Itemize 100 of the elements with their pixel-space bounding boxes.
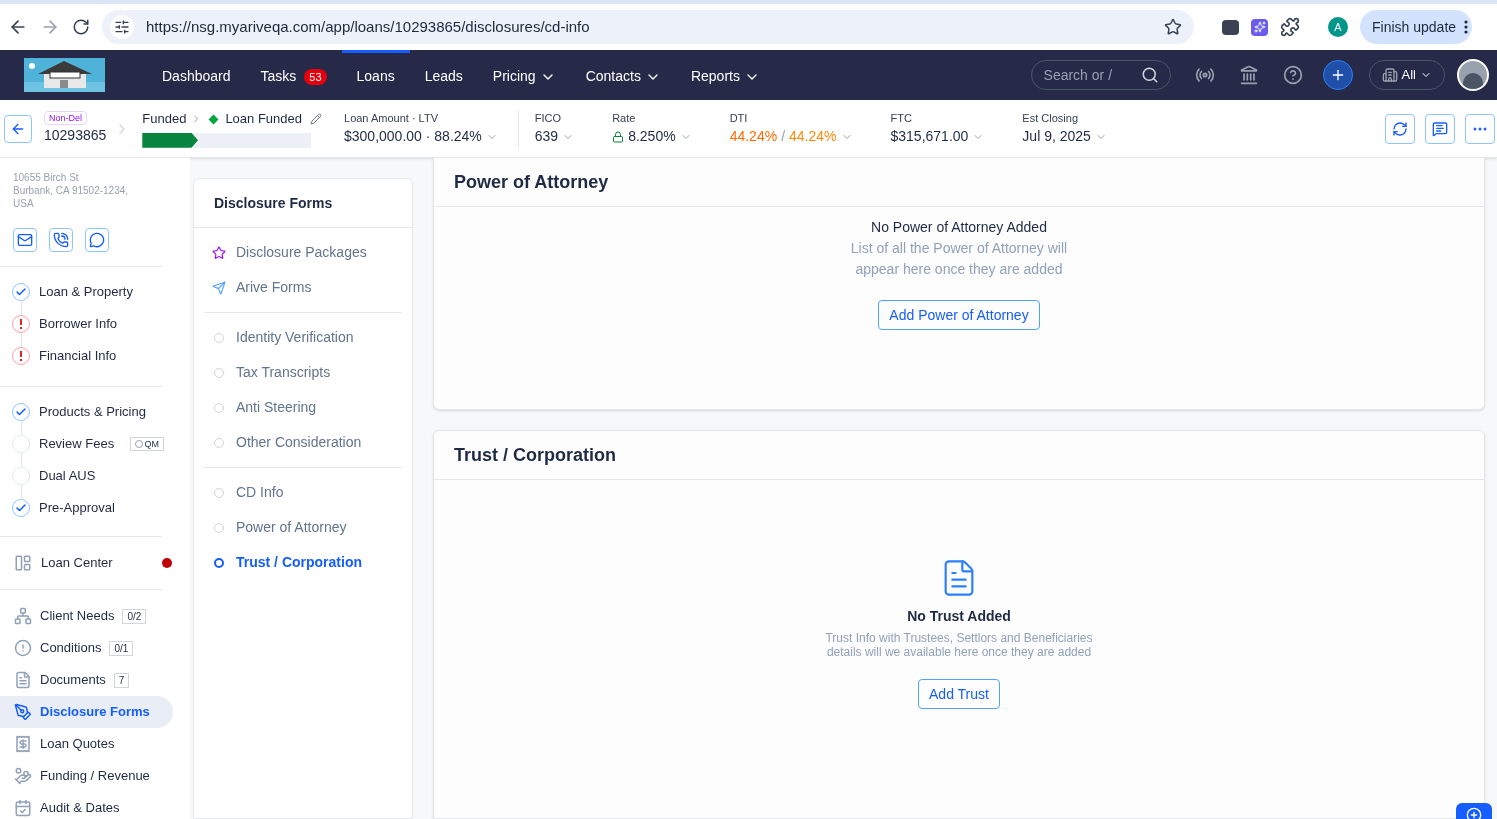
extension-icon[interactable] [1251, 18, 1268, 36]
sidebar-item[interactable]: Conditions 0/1 [0, 632, 173, 664]
empty-title: No Power of Attorney Added [871, 218, 1047, 237]
sidebar-item[interactable]: Loan Quotes [0, 728, 173, 760]
section-title: Power of Attorney [434, 158, 1484, 207]
form-link[interactable]: Other Consideration [204, 425, 402, 460]
count-badge: 53 [304, 68, 327, 85]
stat-label: FICO [534, 110, 563, 126]
url-text: https://nsg.myariveqa.com/app/loans/10293865/disclosures/cd-info [146, 16, 591, 37]
comment-button[interactable] [1425, 113, 1455, 144]
qm-tag: QM [129, 437, 164, 451]
sidebar-item[interactable]: Client Needs 0/2 [0, 600, 173, 632]
nav-tab[interactable]: Pricing [477, 50, 571, 100]
nav-tab[interactable]: Tasks 53 [245, 50, 342, 100]
comment-icon [1432, 120, 1448, 137]
phone-icon [53, 232, 69, 248]
stat-value[interactable]: $315,671.00 [890, 126, 969, 148]
sidebar-item[interactable]: Funding / Revenue [0, 760, 173, 792]
step-item[interactable]: Dual AUS [0, 460, 162, 492]
broadcast-icon[interactable] [1194, 65, 1215, 85]
edit-icon[interactable] [310, 113, 322, 125]
mail-icon [17, 232, 33, 248]
step-item[interactable]: Borrower Info [0, 308, 162, 340]
section-title: Trust / Corporation [434, 432, 1484, 480]
coins-icon [14, 767, 32, 785]
count-badge: 7 [113, 672, 130, 688]
count-badge: 0/1 [109, 640, 134, 656]
search-icon [1140, 66, 1159, 84]
finish-update-button[interactable]: Finish update [1360, 10, 1473, 44]
nav-tab[interactable]: Contacts [570, 50, 676, 100]
nav-tab[interactable]: Leads [409, 50, 478, 100]
call-button[interactable] [49, 228, 73, 252]
sidebar-item[interactable]: Disclosure Forms [0, 696, 173, 728]
calendar-icon [14, 799, 32, 817]
add-button[interactable]: Add Power of Attorney [878, 300, 1040, 330]
add-button[interactable] [1322, 60, 1353, 90]
profile-avatar[interactable]: A [1328, 17, 1348, 37]
form-link[interactable]: CD Info [204, 475, 402, 510]
nav-tab[interactable]: Dashboard [147, 50, 246, 100]
message-button[interactable] [85, 228, 109, 252]
add-button[interactable]: Add Trust [918, 679, 1000, 709]
chat-bubble-icon [89, 232, 105, 248]
empty-description: Trust Info with Trustees, Settlors and Beneficiaries details will we available here once they are added [825, 631, 1093, 659]
email-button[interactable] [13, 228, 37, 252]
stat-value[interactable]: Jul 9, 2025 [1022, 126, 1091, 148]
form-link[interactable]: Arive Forms [204, 270, 402, 305]
stat-value[interactable]: 639 [534, 126, 559, 148]
stat-value[interactable]: $300,000.00 · 88.24% [344, 126, 482, 148]
step-item[interactable]: Loan & Property [0, 276, 162, 308]
document-icon [14, 671, 32, 689]
form-link[interactable]: Disclosure Packages [204, 235, 402, 270]
form-link[interactable]: Anti Steering [204, 390, 402, 425]
help-icon[interactable] [1282, 65, 1303, 85]
more-icon [1473, 126, 1487, 131]
form-link[interactable]: Trust / Corporation [204, 545, 402, 580]
separator-text: / [781, 127, 785, 147]
stat-label: Est Closing [1022, 110, 1079, 126]
panel-title: Disclosure Forms [194, 179, 412, 228]
step-item[interactable]: Products & Pricing [0, 396, 162, 428]
site-settings-icon[interactable] [110, 15, 134, 39]
network-icon [14, 607, 32, 625]
refresh-button[interactable] [1385, 113, 1415, 144]
arrow-icon [212, 280, 226, 295]
nav-tab[interactable]: Reports [675, 50, 775, 100]
extension-icon[interactable] [1222, 19, 1239, 35]
bank-icon[interactable] [1238, 65, 1259, 85]
empty-description: List of all the Power of Attorney will appear here once they are added [850, 239, 1068, 279]
step-item[interactable]: Financial Info [0, 340, 162, 372]
empty-title: No Trust Added [907, 607, 1011, 626]
star-icon [212, 245, 226, 260]
loan-center-item[interactable]: Loan Center [0, 547, 186, 579]
loan-type-tag: Non-Del [44, 111, 87, 125]
stat-label: FTC [890, 110, 913, 126]
sidebar-item[interactable]: Audit & Dates [0, 792, 173, 819]
receipt-icon [14, 735, 32, 753]
puzzle-icon [1280, 17, 1300, 37]
loan-number: 10293865 [44, 126, 107, 145]
stage-label: Funded [142, 110, 187, 129]
search-field[interactable]: Search or / [1030, 60, 1171, 90]
alert-icon [14, 639, 32, 657]
stat-value[interactable]: 8.250% [628, 126, 676, 148]
status-label: Loan Funded [225, 110, 302, 129]
menu-icon [1464, 20, 1469, 34]
back-button[interactable] [4, 114, 32, 143]
step-item[interactable]: Review Fees QM [0, 428, 162, 460]
sidebar-item[interactable]: Documents 7 [0, 664, 173, 696]
stat-label: DTI [729, 110, 749, 126]
address-bar[interactable]: https://nsg.myariveqa.com/app/loans/10293865/disclosures/cd-info [102, 10, 1194, 44]
pen-icon [14, 703, 32, 721]
form-link[interactable]: Identity Verification [204, 320, 402, 355]
count-badge: 0/2 [122, 608, 147, 624]
bookmark-icon [1164, 18, 1182, 36]
step-item[interactable]: Pre-Approval [0, 492, 162, 524]
form-link[interactable]: Tax Transcripts [204, 355, 402, 390]
layout-icon [14, 554, 32, 572]
form-link[interactable]: Power of Attorney [204, 510, 402, 545]
building-icon [1381, 67, 1398, 83]
stat-label: Loan Amount · LTV [344, 110, 439, 126]
reload-icon [72, 18, 90, 36]
user-avatar[interactable] [1457, 59, 1489, 91]
